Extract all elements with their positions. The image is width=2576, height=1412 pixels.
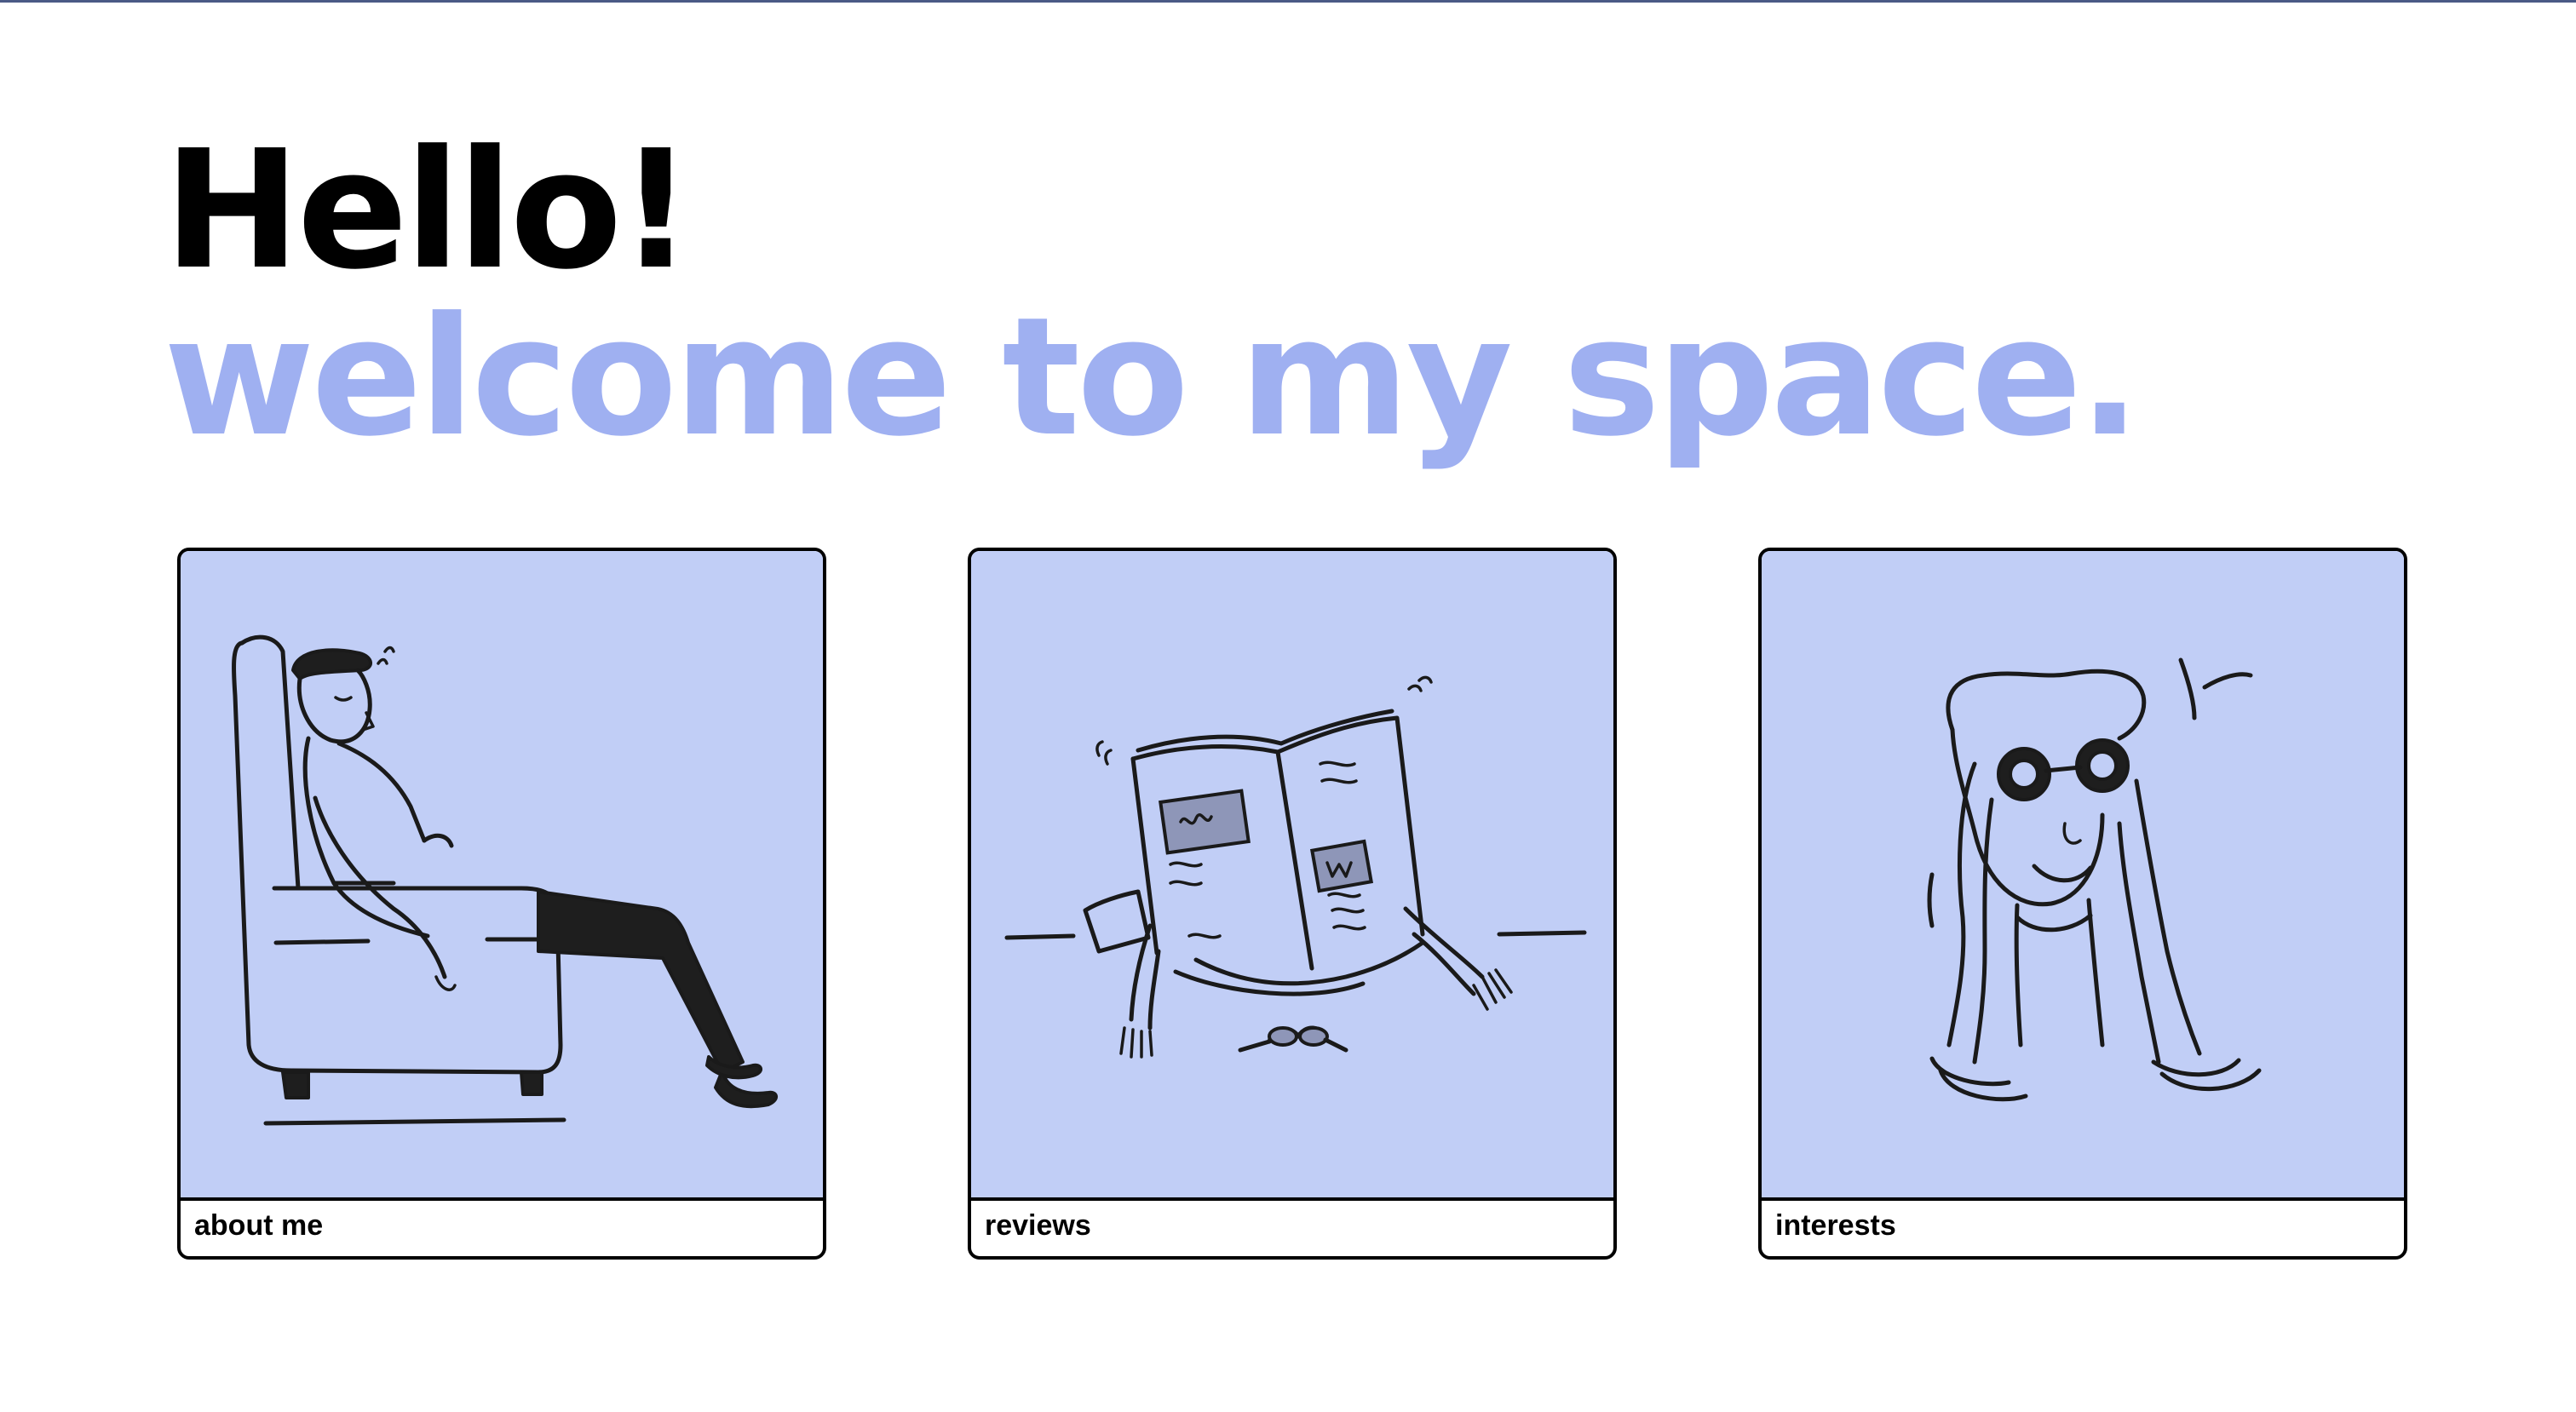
reviews-card[interactable]: reviews	[968, 548, 1617, 1260]
about-me-illustration	[181, 551, 823, 1201]
about-me-card[interactable]: about me	[177, 548, 826, 1260]
interests-label[interactable]: interests	[1775, 1208, 1896, 1243]
sleeping-person-illustration	[232, 634, 778, 1126]
interests-illustration	[1762, 551, 2404, 1201]
reading-newspaper-illustration	[1004, 675, 1587, 1059]
reviews-illustration	[971, 551, 1613, 1201]
reviews-label[interactable]: reviews	[985, 1208, 1091, 1243]
binoculars-person-illustration	[1927, 657, 2262, 1102]
page-heading: Hello! welcome to my space.	[164, 116, 2141, 473]
interests-card[interactable]: interests	[1758, 548, 2407, 1260]
heading-welcome: welcome to my space.	[164, 283, 2141, 473]
heading-greeting: Hello!	[164, 116, 693, 306]
about-me-label[interactable]: about me	[194, 1208, 323, 1243]
top-rule	[0, 0, 2576, 3]
